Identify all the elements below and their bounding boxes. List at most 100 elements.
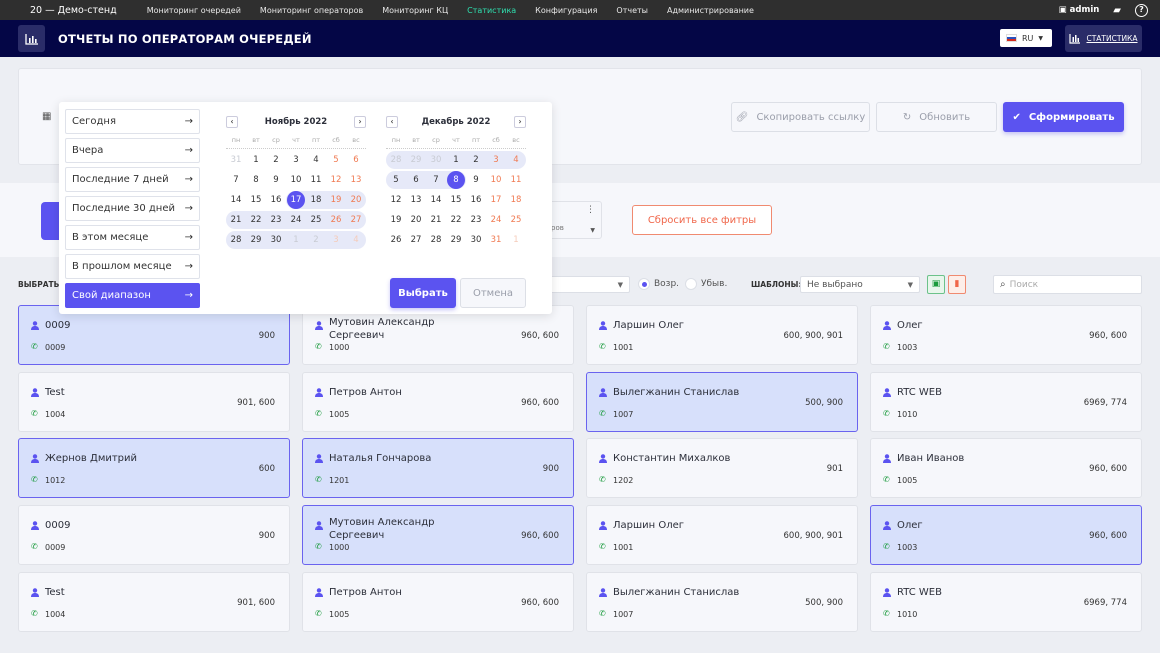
operator-card[interactable]: Ларшин Олег ✆ 1001 600, 900, 901 [586, 505, 858, 565]
chevron-left-icon[interactable]: ‹ [226, 116, 238, 128]
calendar-day[interactable]: 13 [406, 191, 426, 209]
cancel-date-button[interactable]: Отмена [460, 278, 526, 308]
calendar-day[interactable]: 25 [506, 211, 526, 229]
calendar-day[interactable]: 7 [226, 171, 246, 189]
calendar-day[interactable]: 7 [426, 171, 446, 189]
calendar-day[interactable]: 10 [486, 171, 506, 189]
calendar-day[interactable]: 3 [326, 231, 346, 249]
calendar-day[interactable]: 17 [486, 191, 506, 209]
calendar-day[interactable]: 11 [306, 171, 326, 189]
nav-item[interactable]: Отчеты [616, 6, 648, 15]
language-select[interactable]: RU ▼ [1000, 29, 1052, 47]
operator-card[interactable]: 0009 ✆ 0009 900 [18, 505, 290, 565]
calendar-day[interactable]: 12 [326, 171, 346, 189]
nav-item[interactable]: Администрирование [667, 6, 754, 15]
sort-asc-radio[interactable]: Возр. [638, 278, 679, 290]
nav-item[interactable]: Мониторинг очередей [147, 6, 241, 15]
calendar-day[interactable]: 4 [506, 151, 526, 169]
operator-card[interactable]: Вылегжанин Станислав ✆ 1007 500, 900 [586, 572, 858, 632]
refresh-button[interactable]: ↻ Обновить [876, 102, 997, 132]
date-preset[interactable]: Свой диапазон → [65, 283, 200, 308]
help-icon[interactable]: ? [1135, 3, 1148, 17]
calendar-day[interactable]: 1 [506, 231, 526, 249]
apply-date-button[interactable]: Выбрать [390, 278, 456, 308]
chevron-left-icon[interactable]: ‹ [386, 116, 398, 128]
operator-card[interactable]: Петров Антон ✆ 1005 960, 600 [302, 572, 574, 632]
operator-card[interactable]: Test ✆ 1004 901, 600 [18, 572, 290, 632]
operator-card[interactable]: Наталья Гончарова ✆ 1201 900 [302, 438, 574, 498]
search-input[interactable]: ⌕ Поиск [993, 275, 1142, 294]
calendar-day[interactable]: 26 [326, 211, 346, 229]
operator-card[interactable]: RTC WEB ✆ 1010 6969, 774 [870, 372, 1142, 432]
calendar-day[interactable]: 5 [326, 151, 346, 169]
nav-item[interactable]: Статистика [467, 6, 516, 15]
calendar-day[interactable]: 16 [266, 191, 286, 209]
calendar-day[interactable]: 3 [286, 151, 306, 169]
copy-link-button[interactable]: 🔗︎ Скопировать ссылку [731, 102, 870, 132]
calendar-day[interactable]: 11 [506, 171, 526, 189]
more-vertical-icon[interactable]: ⋮ [586, 205, 595, 215]
chevron-right-icon[interactable]: › [353, 116, 366, 128]
operator-card[interactable]: Жернов Дмитрий ✆ 1012 600 [18, 438, 290, 498]
calendar-day[interactable]: 8 [446, 171, 466, 189]
calendar-day[interactable]: 10 [286, 171, 306, 189]
operator-card[interactable]: Олег ✆ 1003 960, 600 [870, 305, 1142, 365]
sort-desc-radio[interactable]: Убыв. [685, 278, 727, 290]
calendar-day[interactable]: 18 [306, 191, 326, 209]
calendar-day[interactable]: 28 [386, 151, 406, 169]
calendar-day[interactable]: 4 [306, 151, 326, 169]
calendar-day[interactable]: 22 [446, 211, 466, 229]
calendar-day[interactable]: 28 [426, 231, 446, 249]
calendar-day[interactable]: 21 [226, 211, 246, 229]
date-preset[interactable]: Вчера → [65, 138, 200, 163]
calendar-day[interactable]: 6 [346, 151, 366, 169]
calendar-day[interactable]: 27 [346, 211, 366, 229]
calendar-day[interactable]: 20 [346, 191, 366, 209]
calendar-day[interactable]: 29 [446, 231, 466, 249]
date-preset[interactable]: Сегодня → [65, 109, 200, 134]
operator-card[interactable]: Олег ✆ 1003 960, 600 [870, 505, 1142, 565]
operator-card[interactable]: RTC WEB ✆ 1010 6969, 774 [870, 572, 1142, 632]
operator-card[interactable]: Мутовин Александр Сергеевич ✆ 1000 960, 600 [302, 505, 574, 565]
calendar-day[interactable]: 5 [386, 171, 406, 189]
nav-item[interactable]: Конфигурация [535, 6, 597, 15]
user-menu[interactable]: ▣ admin [1059, 5, 1100, 15]
nav-item[interactable]: Мониторинг операторов [260, 6, 363, 15]
operator-card[interactable]: Test ✆ 1004 901, 600 [18, 372, 290, 432]
calendar-day[interactable]: 30 [266, 231, 286, 249]
calendar-day[interactable]: 2 [466, 151, 486, 169]
date-preset[interactable]: В прошлом месяце → [65, 254, 200, 279]
delete-template-button[interactable]: ▮ [948, 275, 966, 294]
operator-card[interactable]: Петров Антон ✆ 1005 960, 600 [302, 372, 574, 432]
calendar-day[interactable]: 9 [466, 171, 486, 189]
calendar-day[interactable]: 31 [226, 151, 246, 169]
calendar-day[interactable]: 17 [286, 191, 306, 209]
operator-card[interactable]: Константин Михалков ✆ 1202 901 [586, 438, 858, 498]
reset-filters-button[interactable]: Сбросить все фитры [632, 205, 772, 235]
operator-card[interactable]: Вылегжанин Станислав ✆ 1007 500, 900 [586, 372, 858, 432]
calendar-day[interactable]: 1 [246, 151, 266, 169]
calendar-day[interactable]: 31 [486, 231, 506, 249]
operator-card[interactable]: Ларшин Олег ✆ 1001 600, 900, 901 [586, 305, 858, 365]
calendar-day[interactable]: 13 [346, 171, 366, 189]
calendar-day[interactable]: 2 [306, 231, 326, 249]
calendar-day[interactable]: 29 [246, 231, 266, 249]
calendar-day[interactable]: 28 [226, 231, 246, 249]
calendar-day[interactable]: 2 [266, 151, 286, 169]
calendar-day[interactable]: 26 [386, 231, 406, 249]
calendar-day[interactable]: 12 [386, 191, 406, 209]
calendar-day[interactable]: 25 [306, 211, 326, 229]
chat-icon[interactable]: ▰ [1113, 5, 1121, 16]
calendar-day[interactable]: 15 [446, 191, 466, 209]
calendar-day[interactable]: 24 [286, 211, 306, 229]
calendar-day[interactable]: 30 [426, 151, 446, 169]
save-template-button[interactable]: ▣ [927, 275, 945, 294]
template-select[interactable]: Не выбрано ▼ [800, 276, 920, 293]
calendar-day[interactable]: 3 [486, 151, 506, 169]
operator-card[interactable]: Мутовин Александр Сергеевич ✆ 1000 960, 600 [302, 305, 574, 365]
calendar-day[interactable]: 8 [246, 171, 266, 189]
chevron-right-icon[interactable]: › [513, 116, 526, 128]
operator-card[interactable]: Иван Иванов ✆ 1005 960, 600 [870, 438, 1142, 498]
date-preset[interactable]: Последние 7 дней → [65, 167, 200, 192]
operator-card[interactable]: 0009 ✆ 0009 900 [18, 305, 290, 365]
